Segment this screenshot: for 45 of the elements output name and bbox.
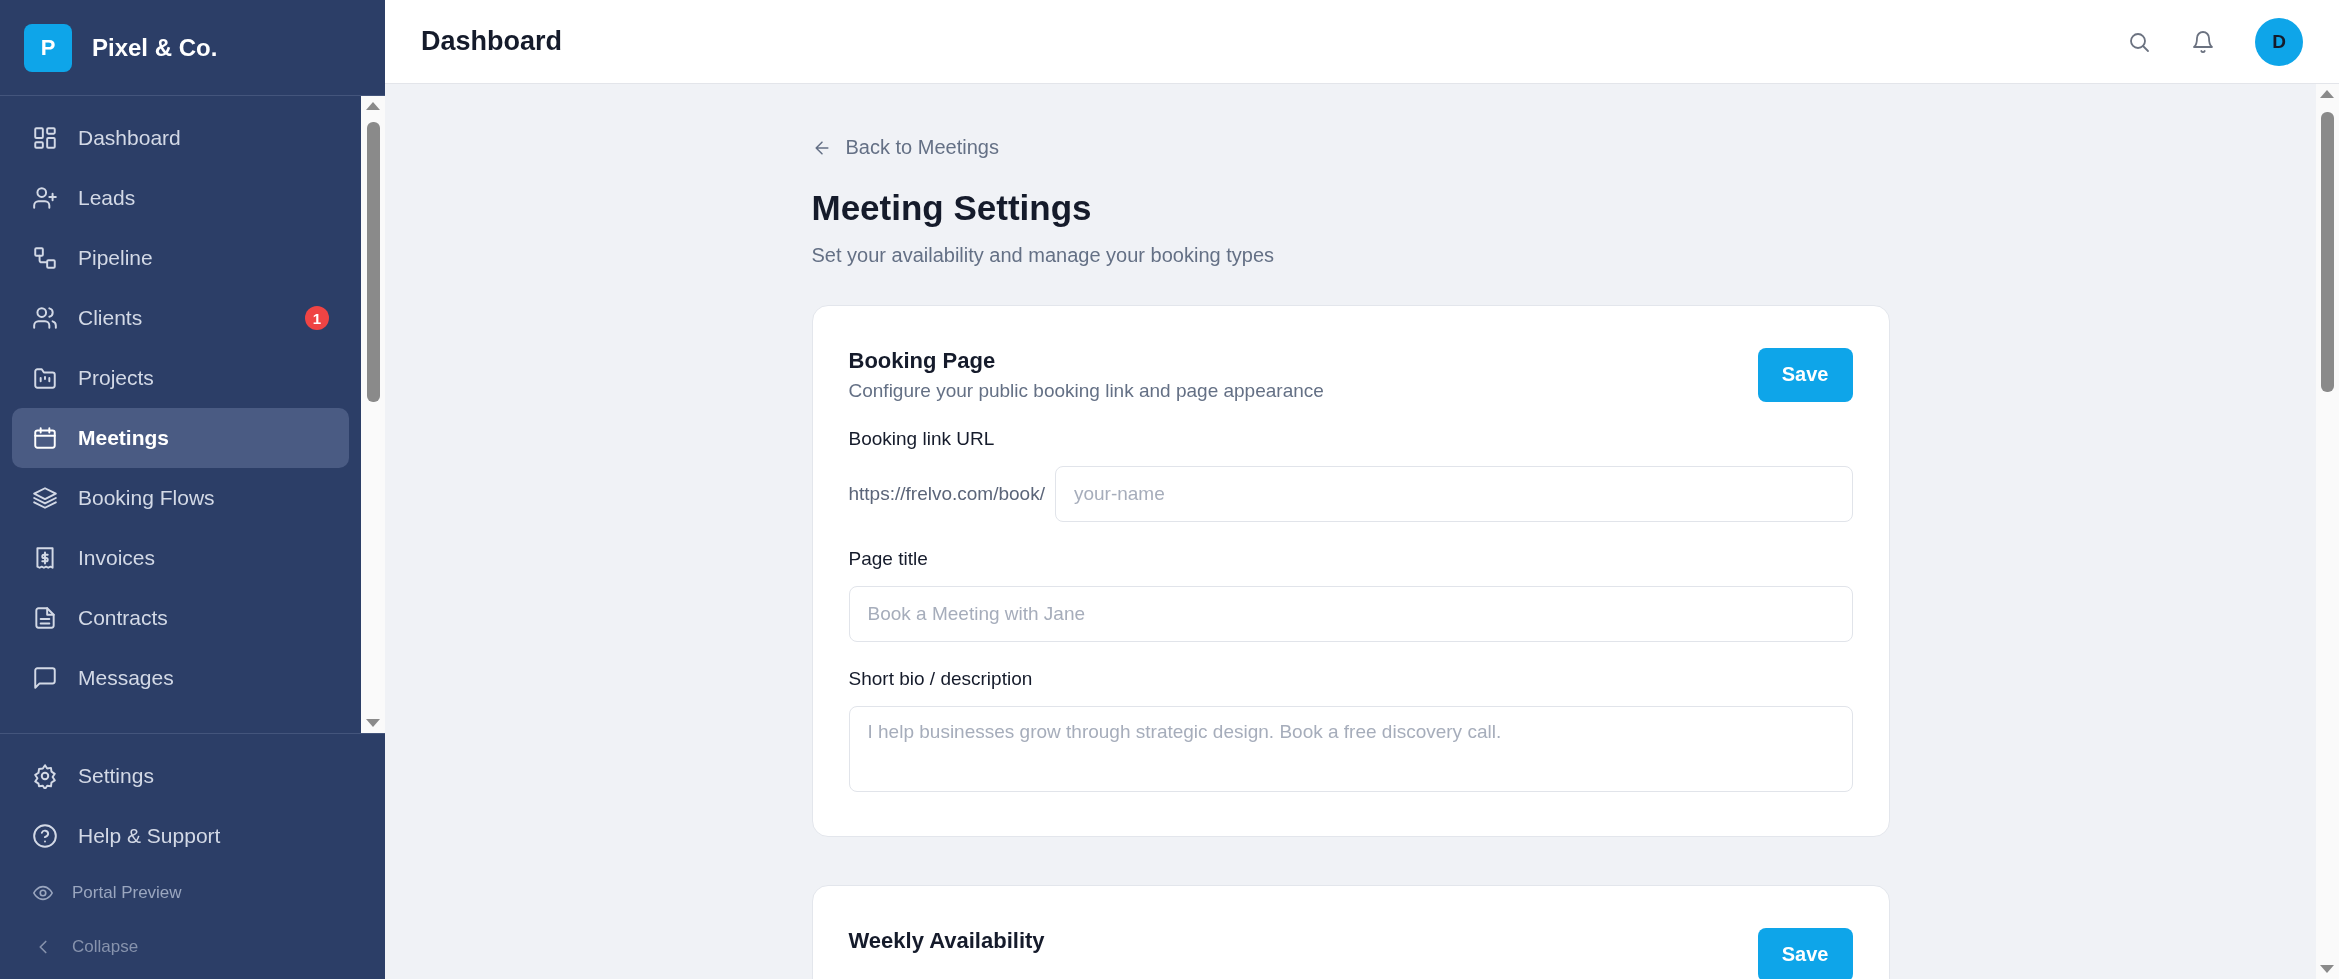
layers-icon	[32, 485, 58, 511]
folder-icon	[32, 365, 58, 391]
url-prefix: https://frelvo.com/book/	[848, 482, 1045, 505]
sidebar-item[interactable]: Settings	[12, 746, 373, 806]
user-plus-icon	[32, 185, 58, 211]
sidebar-item[interactable]: Clients 1	[12, 288, 349, 348]
calendar-icon	[32, 425, 58, 451]
user-avatar[interactable]: D	[2255, 17, 2303, 66]
scrollbar[interactable]	[2316, 84, 2339, 979]
sidebar-item[interactable]: Dashboard	[12, 108, 349, 168]
flow-icon	[32, 245, 58, 271]
card-title: Weekly Availability	[848, 926, 1045, 955]
sidebar-item[interactable]: Projects	[12, 348, 349, 408]
sidebar-item[interactable]: Pipeline	[12, 228, 349, 288]
brand-name: Pixel & Co.	[92, 33, 218, 62]
card-title: Booking Page	[848, 346, 997, 375]
document-icon	[32, 605, 58, 631]
page-title: Meeting Settings	[811, 187, 1093, 228]
users-icon	[32, 305, 58, 331]
portal-preview-link[interactable]: Portal Preview	[0, 866, 385, 920]
card-subtitle: Configure your public booking link and page appearance	[848, 379, 1324, 402]
page-header-title: Dashboard	[421, 26, 564, 57]
field-label: Short bio / description	[848, 667, 1034, 690]
back-link[interactable]: Back to Meetings	[811, 136, 999, 159]
bell-icon	[2191, 29, 2215, 54]
grid-icon	[32, 125, 58, 151]
chat-bubble-icon	[32, 665, 58, 691]
notification-badge: 1	[305, 306, 329, 330]
sidebar-item[interactable]: Leads	[12, 168, 349, 228]
sidebar-item[interactable]: Contracts	[12, 588, 349, 648]
sidebar-item[interactable]: Invoices	[12, 528, 349, 588]
page-subtitle: Set your availability and manage your booking types	[811, 243, 1275, 267]
input-field[interactable]: your-name	[1054, 465, 1853, 522]
brand-logo: P	[24, 23, 72, 72]
help-icon	[32, 823, 58, 849]
scrollbar[interactable]	[361, 96, 385, 733]
input-field[interactable]: Book a Meeting with Jane	[848, 585, 1853, 642]
sidebar-item[interactable]: Meetings	[12, 408, 349, 468]
settings-icon	[32, 763, 58, 789]
textarea-field[interactable]: I help businesses grow through strategic design. Book a free discovery call.	[848, 705, 1853, 792]
field-label: Page title	[848, 547, 929, 570]
field-label: Booking link URL	[848, 427, 996, 450]
sidebar-item[interactable]: Booking Flows	[12, 468, 349, 528]
sidebar-item[interactable]: Help & Support	[12, 806, 373, 866]
sidebar-item[interactable]: Messages	[12, 648, 349, 708]
